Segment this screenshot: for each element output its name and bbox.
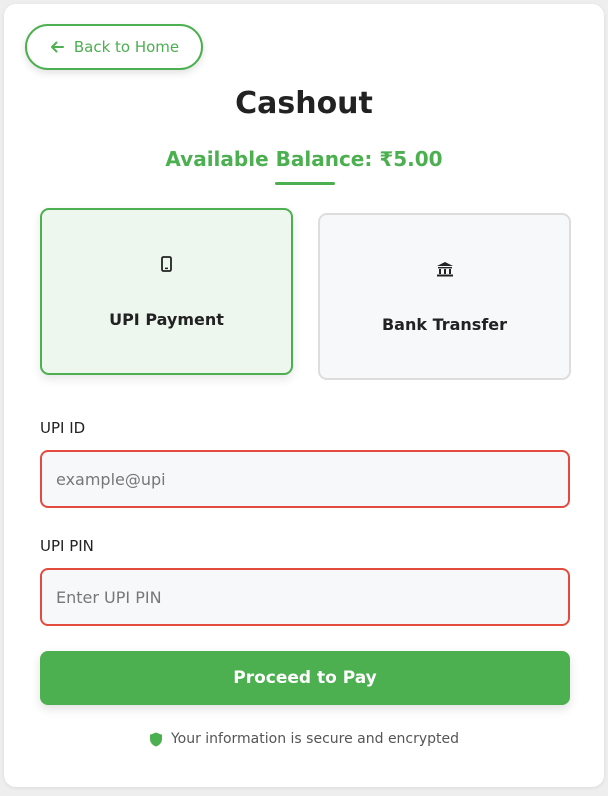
proceed-to-pay-button[interactable]: Proceed to Pay [40, 651, 570, 705]
arrow-left-icon [50, 41, 64, 53]
security-note: Your information is secure and encrypted [4, 731, 604, 747]
back-button-label: Back to Home [73, 38, 180, 56]
bank-transfer-label: Bank Transfer [381, 315, 508, 334]
upi-id-input[interactable] [40, 450, 570, 508]
upi-payment-label: UPI Payment [109, 310, 224, 329]
upi-id-label: UPI ID [40, 419, 86, 437]
page-title: Cashout [235, 86, 373, 121]
mobile-phone-icon [157, 254, 177, 274]
upi-payment-option[interactable]: UPI Payment [40, 208, 293, 375]
upi-pin-label: UPI PIN [40, 537, 94, 555]
balance-underline-divider [275, 182, 335, 185]
bank-transfer-option[interactable]: Bank Transfer [318, 213, 571, 380]
bank-icon [435, 259, 455, 279]
upi-pin-input[interactable] [40, 568, 570, 626]
back-to-home-button[interactable]: Back to Home [25, 24, 203, 70]
shield-icon [149, 732, 162, 746]
cashout-card: Back to Home Cashout Available Balance: … [4, 4, 604, 787]
security-note-text: Your information is secure and encrypted [170, 731, 460, 747]
available-balance: Available Balance: ₹5.00 [165, 147, 443, 171]
